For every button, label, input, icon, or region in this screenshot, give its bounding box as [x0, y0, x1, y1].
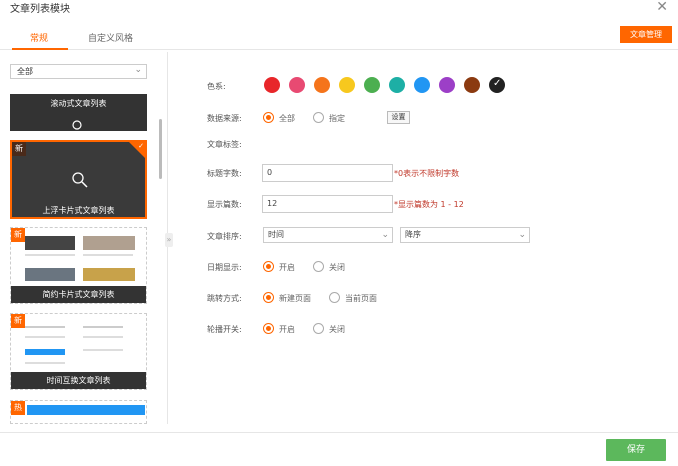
color-swatch-9[interactable] [464, 77, 480, 93]
sort-label: 文章排序: [207, 232, 242, 241]
carousel-off-label: 关闭 [329, 325, 345, 334]
title-chars-label: 标题字数: [207, 169, 242, 178]
count-label: 显示篇数: [207, 200, 242, 209]
source-all-label: 全部 [279, 114, 295, 123]
source-specified-radio[interactable] [313, 112, 324, 123]
active-tab-underline [12, 48, 68, 50]
new-badge: 新 [11, 228, 25, 242]
list-scrollbar[interactable] [159, 119, 162, 179]
source-specified-label: 指定 [329, 114, 345, 123]
title-chars-input[interactable]: 0 [262, 164, 393, 182]
close-icon[interactable]: ✕ [656, 0, 668, 15]
search-icon [72, 120, 82, 130]
dialog-title: 文章列表模块 [10, 4, 70, 15]
tab-custom-style[interactable]: 自定义风格 [88, 31, 133, 44]
chevron-down-icon: ⌄ [134, 65, 142, 75]
color-swatch-7[interactable] [414, 77, 430, 93]
color-swatch-4[interactable] [339, 77, 355, 93]
color-swatch-10[interactable]: ✓ [489, 77, 505, 93]
search-icon [72, 172, 88, 188]
color-swatch-5[interactable] [364, 77, 380, 93]
carousel-label: 轮播开关: [207, 325, 242, 334]
color-swatch-1[interactable] [264, 77, 280, 93]
template-list-panel: 全部 ⌄ 滚动式文章列表 新 ✓ 上浮卡片式文章列表 新 简约卡片式文章列表 新 [0, 52, 168, 424]
date-on-radio[interactable] [263, 261, 274, 272]
collapse-panel-handle[interactable]: » [165, 233, 173, 247]
chevron-down-icon: ⌄ [381, 230, 389, 240]
color-swatch-8[interactable] [439, 77, 455, 93]
carousel-off-radio[interactable] [313, 323, 324, 334]
jump-new-label: 新建页面 [279, 294, 311, 303]
sort-field-value: 时间 [268, 230, 284, 239]
carousel-on-label: 开启 [279, 325, 295, 334]
color-swatch-3[interactable] [314, 77, 330, 93]
color-swatch-6[interactable] [389, 77, 405, 93]
date-off-radio[interactable] [313, 261, 324, 272]
template-card-hot[interactable]: 热 [10, 400, 147, 424]
preview-image [83, 236, 135, 250]
source-label: 数据来源: [207, 114, 242, 123]
jump-current-label: 当前页面 [345, 294, 377, 303]
new-badge: 新 [11, 314, 25, 328]
settings-button[interactable]: 设置 [387, 111, 410, 124]
tags-label: 文章标签: [207, 140, 242, 149]
template-card-label: 滚动式文章列表 [50, 99, 107, 108]
count-input[interactable]: 12 [262, 195, 393, 213]
tab-bar: 常规 自定义风格 [0, 28, 678, 50]
new-badge: 新 [12, 142, 26, 156]
template-card-label: 时间互换文章列表 [46, 376, 111, 385]
preview-image [25, 236, 75, 250]
chevron-down-icon: ⌄ [518, 230, 526, 240]
template-card-label: 简约卡片式文章列表 [42, 290, 115, 299]
check-icon: ✓ [138, 142, 144, 150]
sort-field-select[interactable]: 时间 ⌄ [263, 227, 393, 243]
jump-label: 跳转方式: [207, 294, 242, 303]
source-all-radio[interactable] [263, 112, 274, 123]
hot-badge: 热 [11, 401, 25, 415]
color-label: 色系: [207, 82, 226, 91]
date-label: 日期显示: [207, 263, 242, 272]
date-off-label: 关闭 [329, 263, 345, 272]
template-card-floating[interactable]: 新 ✓ 上浮卡片式文章列表 [10, 140, 147, 219]
preview-image [83, 268, 135, 281]
template-card-scrolling[interactable]: 滚动式文章列表 [10, 94, 147, 131]
color-swatch-2[interactable] [289, 77, 305, 93]
template-card-label: 上浮卡片式文章列表 [42, 206, 115, 215]
sort-order-select[interactable]: 降序 ⌄ [400, 227, 530, 243]
carousel-on-radio[interactable] [263, 323, 274, 334]
tab-general[interactable]: 常规 [30, 31, 48, 44]
jump-new-radio[interactable] [263, 292, 274, 303]
date-on-label: 开启 [279, 263, 295, 272]
title-chars-hint: *0表示不限制字数 [394, 169, 460, 178]
article-manage-button[interactable]: 文章管理 [620, 26, 672, 43]
footer-divider [0, 432, 678, 433]
category-filter-select[interactable]: 全部 ⌄ [10, 64, 147, 79]
preview-image [25, 268, 75, 281]
sort-order-value: 降序 [405, 230, 421, 239]
jump-current-radio[interactable] [329, 292, 340, 303]
save-button[interactable]: 保存 [606, 439, 666, 461]
check-icon: ✓ [493, 78, 502, 89]
category-filter-value: 全部 [17, 67, 33, 76]
template-card-simple[interactable]: 新 简约卡片式文章列表 [10, 227, 147, 304]
count-hint: *显示篇数为 1 - 12 [394, 200, 464, 209]
template-card-timeline[interactable]: 新 时间互换文章列表 [10, 313, 147, 390]
